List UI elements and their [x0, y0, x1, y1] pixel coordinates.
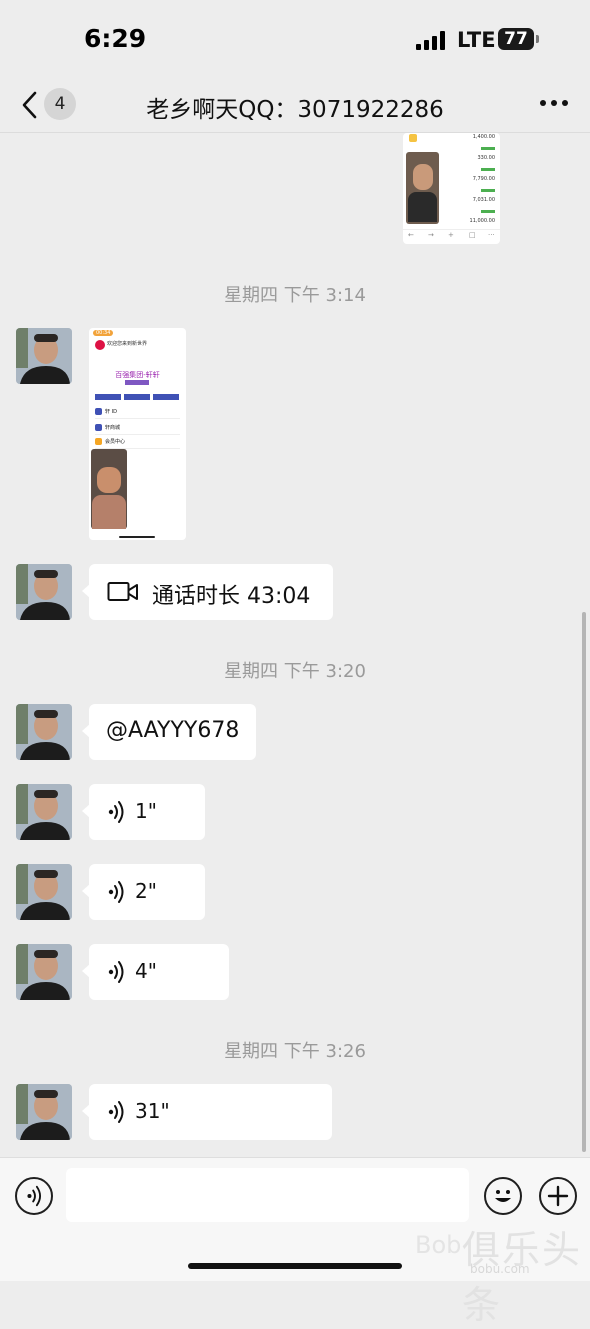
- video-call-icon: [107, 582, 138, 601]
- avatar-image: [16, 328, 72, 384]
- more-options-icon[interactable]: [540, 100, 568, 108]
- timestamp: 星期四 下午 3:14: [224, 285, 366, 306]
- person-body: [92, 495, 126, 529]
- video-call-overlay: [91, 449, 127, 529]
- text-message-bubble[interactable]: @AAYYY678: [82, 704, 256, 760]
- voice-wave-icon: [108, 1101, 124, 1123]
- scrollbar[interactable]: [582, 612, 586, 1152]
- avatar-image: [16, 864, 72, 920]
- chat-input-bar: Bob 俱乐头条 bobu.com: [0, 1157, 590, 1327]
- home-indicator: [119, 536, 155, 538]
- voice-wave-icon: [108, 961, 124, 983]
- avatar[interactable]: [16, 784, 72, 840]
- chat-title: 老乡啊天QQ：3071922286: [146, 97, 444, 123]
- network-type: LTE: [457, 28, 496, 52]
- cellular-signal-icon: [416, 30, 446, 50]
- tag: [153, 394, 179, 400]
- avatar-image: [16, 1084, 72, 1140]
- message-text: @AAYYY678: [106, 718, 240, 743]
- voice-wave-icon: [108, 801, 124, 823]
- avatar-image: [16, 784, 72, 840]
- screenshot-image[interactable]: 00:34 欢迎您来到新世界 百强集团-轩轩 轩 ID 轩商城 会员中心: [89, 328, 186, 540]
- avatar-image: [16, 564, 72, 620]
- watermark-sub: Bob: [415, 1231, 462, 1259]
- voice-duration: 31": [135, 1099, 170, 1123]
- call-record-bubble[interactable]: 通话时长 43:04: [82, 564, 333, 620]
- voice-message-bubble[interactable]: 2": [82, 864, 205, 920]
- call-duration-text: 通话时长 43:04: [152, 584, 311, 609]
- timestamp: 星期四 下午 3:20: [224, 661, 366, 682]
- voice-message-bubble[interactable]: 31": [82, 1084, 332, 1140]
- plus-button[interactable]: [539, 1177, 577, 1215]
- voice-wave-icon: [108, 881, 124, 903]
- menu-row: 会员中心: [95, 438, 180, 449]
- tag: [125, 380, 149, 385]
- app-icon: [409, 134, 417, 142]
- amount: 1,400.00: [472, 134, 495, 140]
- battery-icon: 77: [498, 28, 539, 50]
- shot-brand: 百强集团-轩轩: [115, 371, 160, 379]
- amount: 11,000.00: [469, 218, 495, 224]
- avatar-image: [16, 704, 72, 760]
- avatar[interactable]: [16, 328, 72, 384]
- timestamp: 星期四 下午 3:26: [224, 1041, 366, 1062]
- emoji-button[interactable]: [484, 1177, 522, 1215]
- menu-row-label: 轩 ID: [105, 409, 117, 415]
- voice-duration: 2": [135, 879, 157, 903]
- avatar[interactable]: [16, 944, 72, 1000]
- smiley-icon: [495, 1190, 511, 1202]
- status-time: 6:29: [84, 24, 147, 53]
- menu-row-label: 轩商城: [105, 425, 121, 431]
- person-face: [97, 467, 121, 493]
- menu-row: 轩商城: [95, 424, 180, 435]
- tag: [95, 394, 121, 400]
- avatar-image: [16, 944, 72, 1000]
- amount: 330.00: [477, 155, 496, 161]
- plus-icon: [547, 1185, 569, 1207]
- avatar[interactable]: [16, 864, 72, 920]
- avatar[interactable]: [16, 564, 72, 620]
- status-tag: [481, 210, 495, 213]
- message-input[interactable]: [66, 1168, 469, 1222]
- call-pill: 00:34: [93, 330, 114, 336]
- battery-level: 77: [504, 29, 528, 49]
- voice-duration: 4": [135, 959, 157, 983]
- menu-row: 轩 ID: [95, 408, 180, 419]
- menu-row-label: 会员中心: [105, 439, 126, 445]
- voice-message-bubble[interactable]: 4": [82, 944, 229, 1000]
- person-body: [408, 192, 437, 222]
- status-tag: [481, 189, 495, 192]
- voice-wave-icon: [27, 1185, 41, 1207]
- person-face: [413, 164, 433, 190]
- status-tag: [481, 147, 495, 150]
- chat-header: 4 老乡啊天QQ：3071922286: [0, 80, 590, 133]
- browser-toolbar: ← → + □ ···: [403, 229, 500, 244]
- avatar[interactable]: [16, 1084, 72, 1140]
- tag: [124, 394, 150, 400]
- amount: 7,031.00: [472, 197, 495, 203]
- amount: 7,790.00: [472, 176, 495, 182]
- avatar[interactable]: [16, 704, 72, 760]
- status-tag: [481, 168, 495, 171]
- voice-duration: 1": [135, 799, 157, 823]
- app-logo: [95, 340, 105, 350]
- shot-text: 欢迎您来到新世界: [107, 341, 148, 347]
- voice-input-button[interactable]: [15, 1177, 53, 1215]
- voice-message-bubble[interactable]: 1": [82, 784, 205, 840]
- video-call-overlay: [406, 152, 439, 224]
- watermark-url: bobu.com: [470, 1262, 530, 1276]
- screenshot-image[interactable]: 1,400.00 330.00 7,790.00 7,031.00 11,000…: [403, 133, 500, 244]
- status-bar: 6:29 LTE 77: [0, 0, 590, 80]
- home-indicator: [188, 1263, 402, 1269]
